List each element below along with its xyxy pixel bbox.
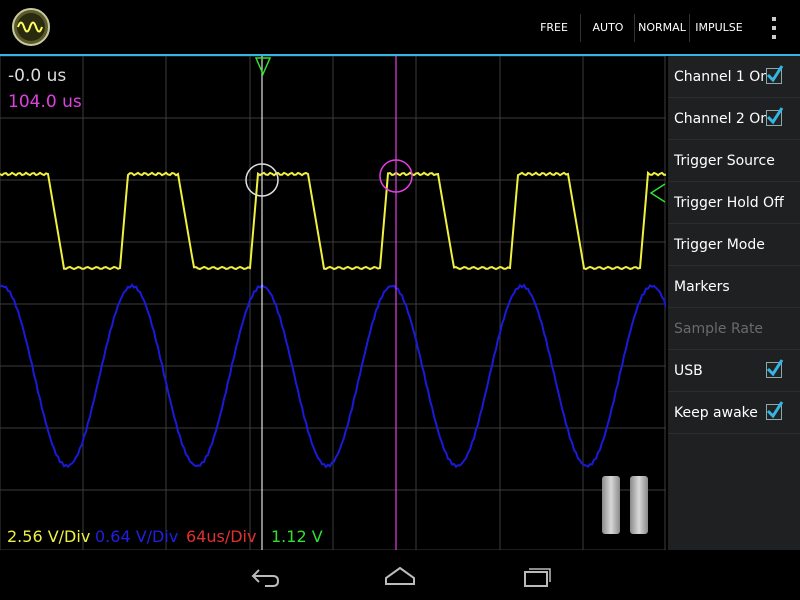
menu-item-trigger-source[interactable]: Trigger Source <box>668 140 800 182</box>
time-scale: 64us/Div <box>186 527 257 546</box>
menu-item-channel-1-on[interactable]: Channel 1 On <box>668 56 800 98</box>
grid <box>0 56 666 550</box>
menu-item-usb[interactable]: USB <box>668 350 800 392</box>
trigger-level-marker[interactable] <box>649 183 666 203</box>
back-icon[interactable] <box>245 562 285 590</box>
checkbox-checked[interactable] <box>766 65 784 84</box>
checkbox-checked[interactable] <box>766 401 784 420</box>
trigger-level: 1.12 V <box>271 527 323 546</box>
oscilloscope-display[interactable] <box>0 56 666 550</box>
menu-item-label: Trigger Hold Off <box>674 195 784 211</box>
settings-menu: Channel 1 On Channel 2 On Trigger Source… <box>668 56 800 550</box>
menu-item-trigger-hold-off[interactable]: Trigger Hold Off <box>668 182 800 224</box>
menu-item-label: Markers <box>674 279 730 295</box>
menu-item-sample-rate: Sample Rate <box>668 308 800 350</box>
navigation-bar <box>0 550 800 600</box>
checkbox-checked[interactable] <box>766 359 784 378</box>
trigger-impulse-button[interactable]: IMPULSE <box>692 0 746 54</box>
menu-item-label: Channel 1 On <box>674 69 770 85</box>
menu-item-markers[interactable]: Markers <box>668 266 800 308</box>
separator <box>634 14 635 42</box>
menu-item-label: USB <box>674 363 703 379</box>
home-icon[interactable] <box>380 562 420 590</box>
channel-2-scale: 0.64 V/Div <box>95 527 179 546</box>
trigger-position-marker[interactable] <box>254 57 272 76</box>
separator <box>580 14 581 42</box>
menu-item-label: Trigger Mode <box>674 237 765 253</box>
cursor-1-time-readout: -0.0 us <box>8 66 67 86</box>
cursor-2-time-readout: 104.0 us <box>8 92 82 112</box>
menu-item-label: Sample Rate <box>674 321 764 337</box>
checkbox-checked[interactable] <box>766 107 784 126</box>
separator <box>689 14 690 42</box>
trigger-normal-button[interactable]: NORMAL <box>637 0 687 54</box>
menu-item-trigger-mode[interactable]: Trigger Mode <box>668 224 800 266</box>
oscilloscope-logo-icon[interactable] <box>12 8 50 46</box>
pause-icon-bar-left <box>602 476 620 534</box>
channel-1-scale: 2.56 V/Div <box>7 527 91 546</box>
overflow-menu-icon[interactable] <box>764 14 784 42</box>
pause-icon-bar-right <box>630 476 648 534</box>
menu-item-label: Channel 2 On <box>674 111 770 127</box>
scope-graph <box>0 56 666 550</box>
trigger-free-button[interactable]: FREE <box>530 0 578 54</box>
menu-item-label: Trigger Source <box>674 153 775 169</box>
menu-item-keep-awake[interactable]: Keep awake <box>668 392 800 434</box>
trigger-auto-button[interactable]: AUTO <box>584 0 632 54</box>
menu-item-channel-2-on[interactable]: Channel 2 On <box>668 98 800 140</box>
recents-icon[interactable] <box>515 562 555 590</box>
action-bar: FREE AUTO NORMAL IMPULSE <box>0 0 800 54</box>
menu-item-label: Keep awake <box>674 405 758 421</box>
pause-button[interactable] <box>602 476 650 534</box>
